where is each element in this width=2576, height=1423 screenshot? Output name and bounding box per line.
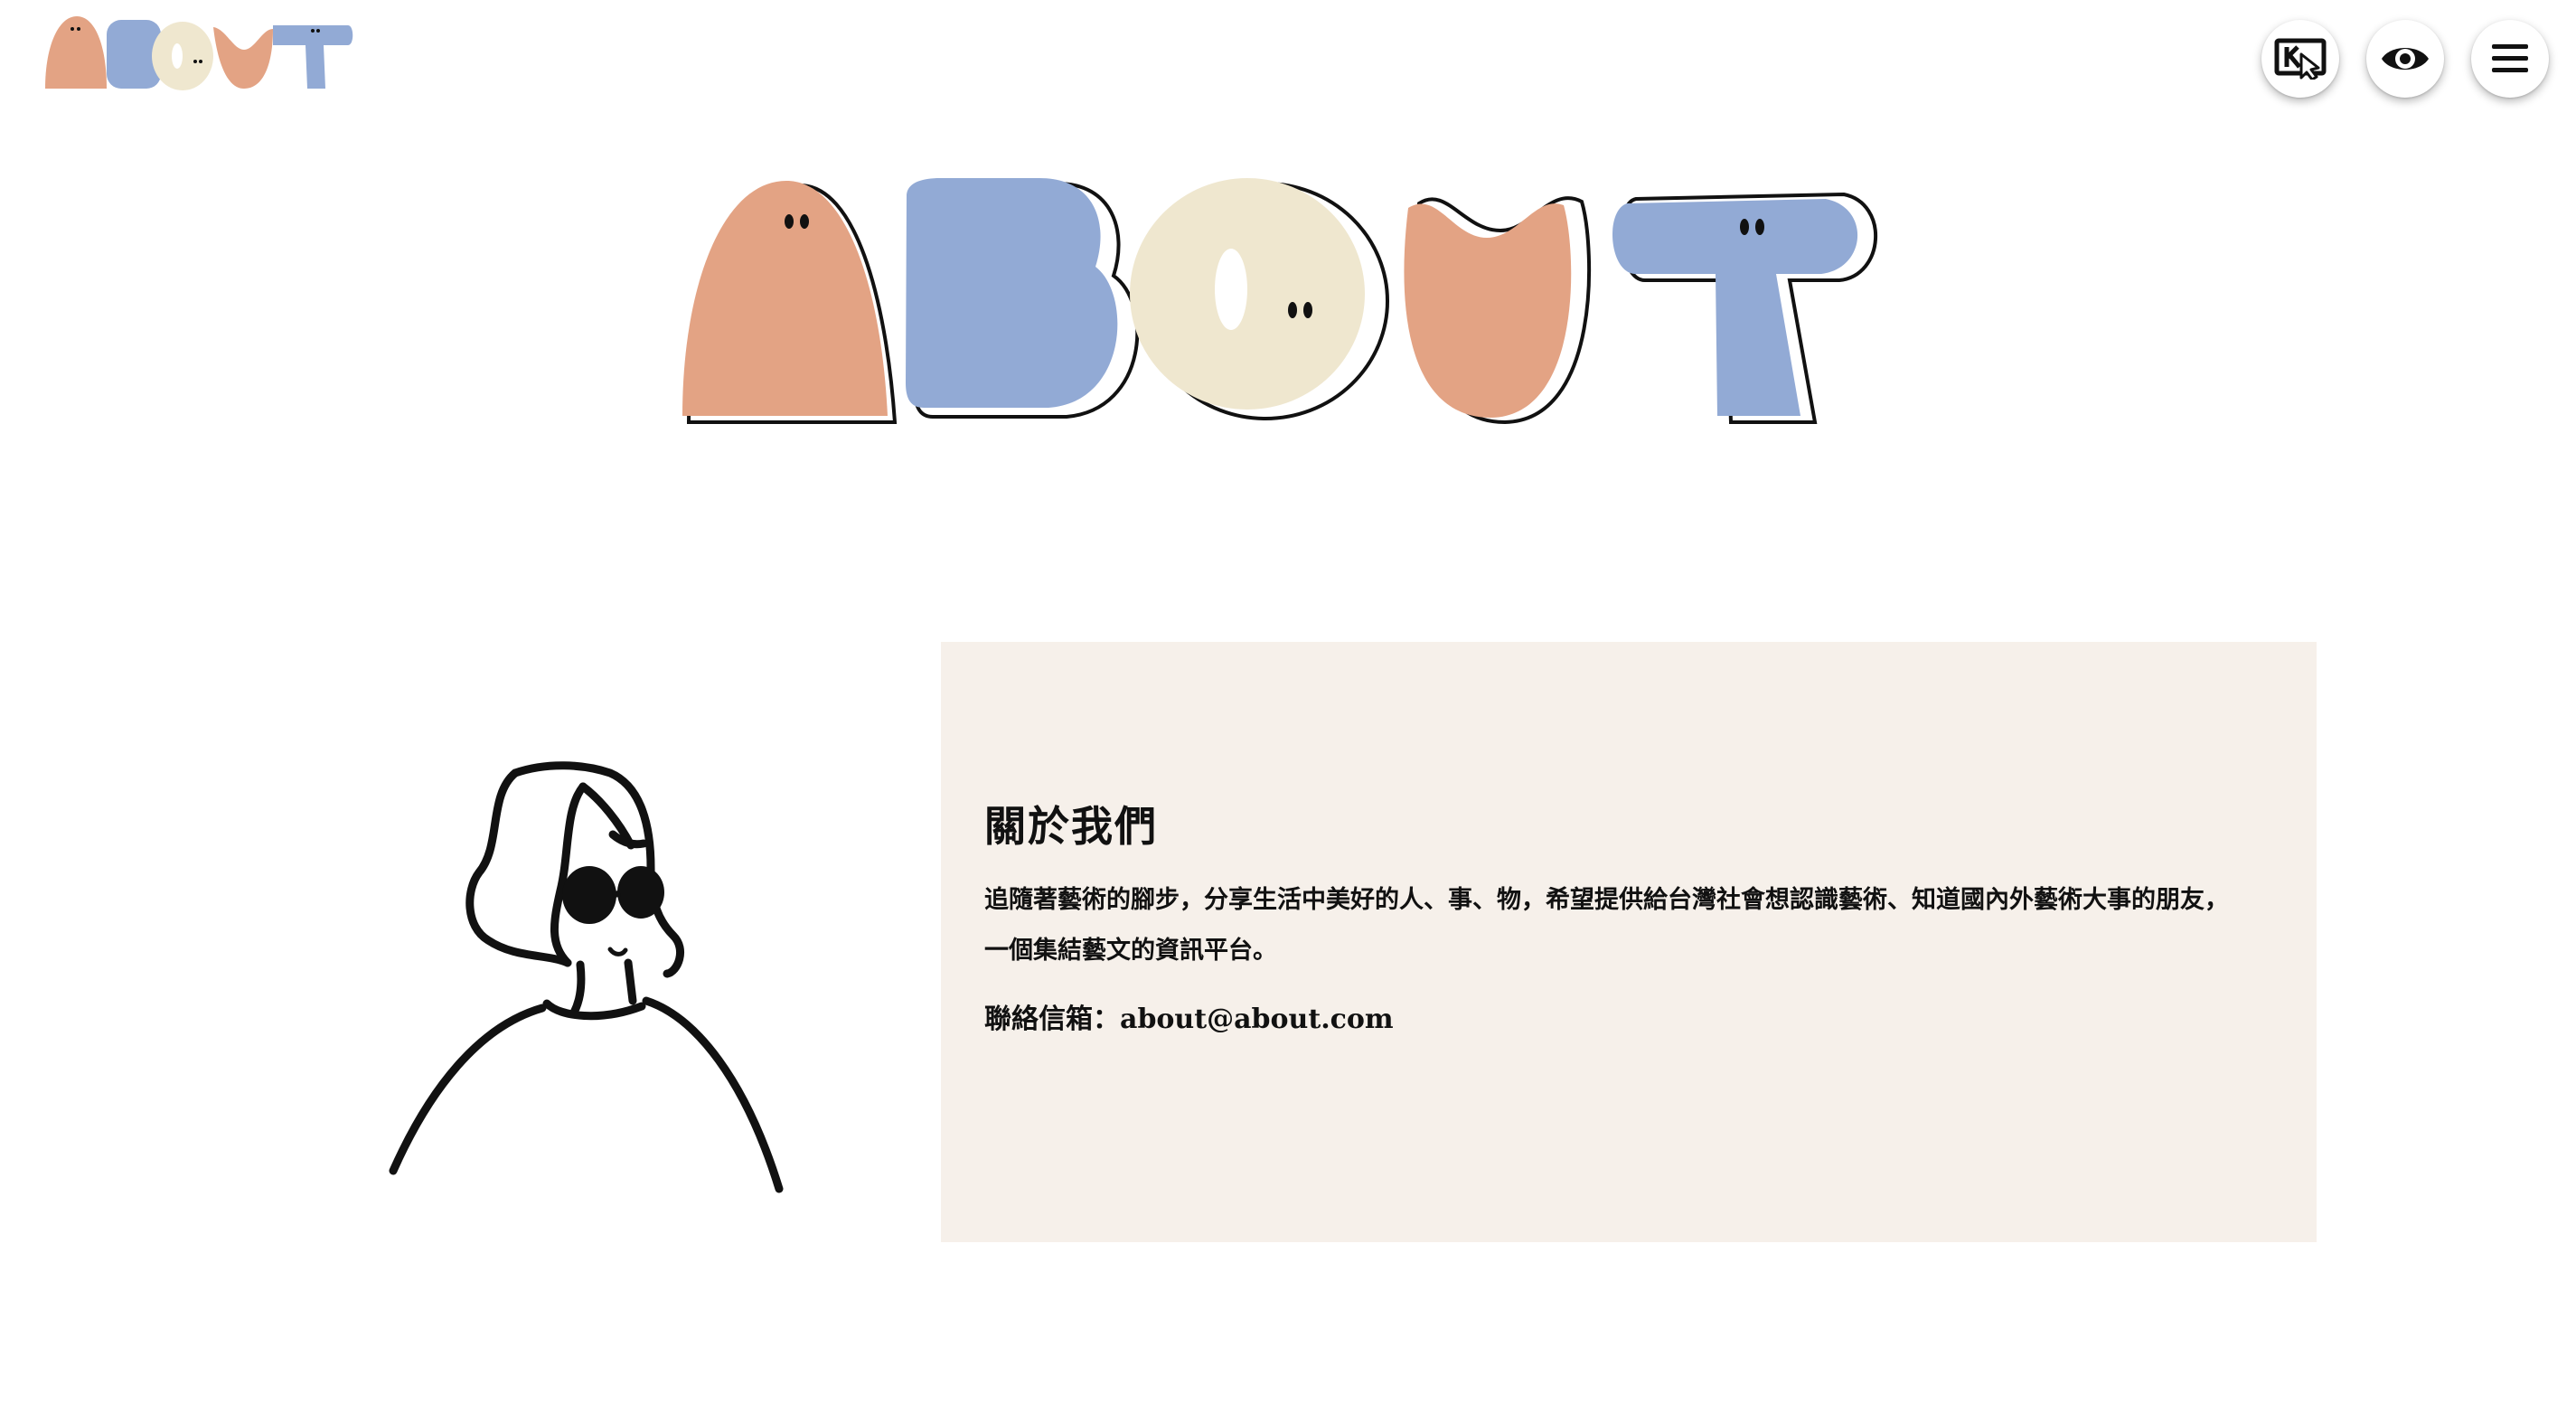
contact-email-link[interactable]: about@about.com [1120, 1004, 1394, 1035]
person-illustration [380, 746, 804, 1216]
exit-fullscreen-button[interactable] [2261, 20, 2339, 98]
contact-info: 聯絡信箱：about@about.com [984, 996, 2273, 1036]
about-description: 追隨著藝術的腳步，分享生活中美好的人、事、物，希望提供給台灣社會想認識藝術、知道… [984, 875, 2286, 976]
about-heading: 關於我們 [984, 802, 1158, 851]
about-card: 關於我們 追隨著藝術的腳步，分享生活中美好的人、事、物，希望提供給台灣社會想認識… [941, 642, 2317, 1242]
about-description-line2: 一個集結藝文的資訊平台。 [984, 937, 1277, 965]
girl-with-sunglasses-icon [389, 761, 784, 1193]
view-button[interactable] [2366, 20, 2444, 98]
menu-button[interactable] [2471, 20, 2549, 98]
about-logo-image [45, 16, 353, 90]
hamburger-menu-icon [2492, 44, 2528, 72]
site-logo[interactable] [36, 9, 362, 99]
eye-icon [2382, 48, 2429, 70]
cursor-in-box-icon [2274, 38, 2327, 80]
about-hero-lettering [682, 178, 1877, 425]
contact-label: 聯絡信箱： [984, 1004, 1120, 1035]
header-actions [2261, 20, 2549, 98]
about-description-line1: 追隨著藝術的腳步，分享生活中美好的人、事、物，希望提供給台灣社會想認識藝術、知道… [984, 886, 2229, 914]
hero-title [669, 167, 1916, 438]
